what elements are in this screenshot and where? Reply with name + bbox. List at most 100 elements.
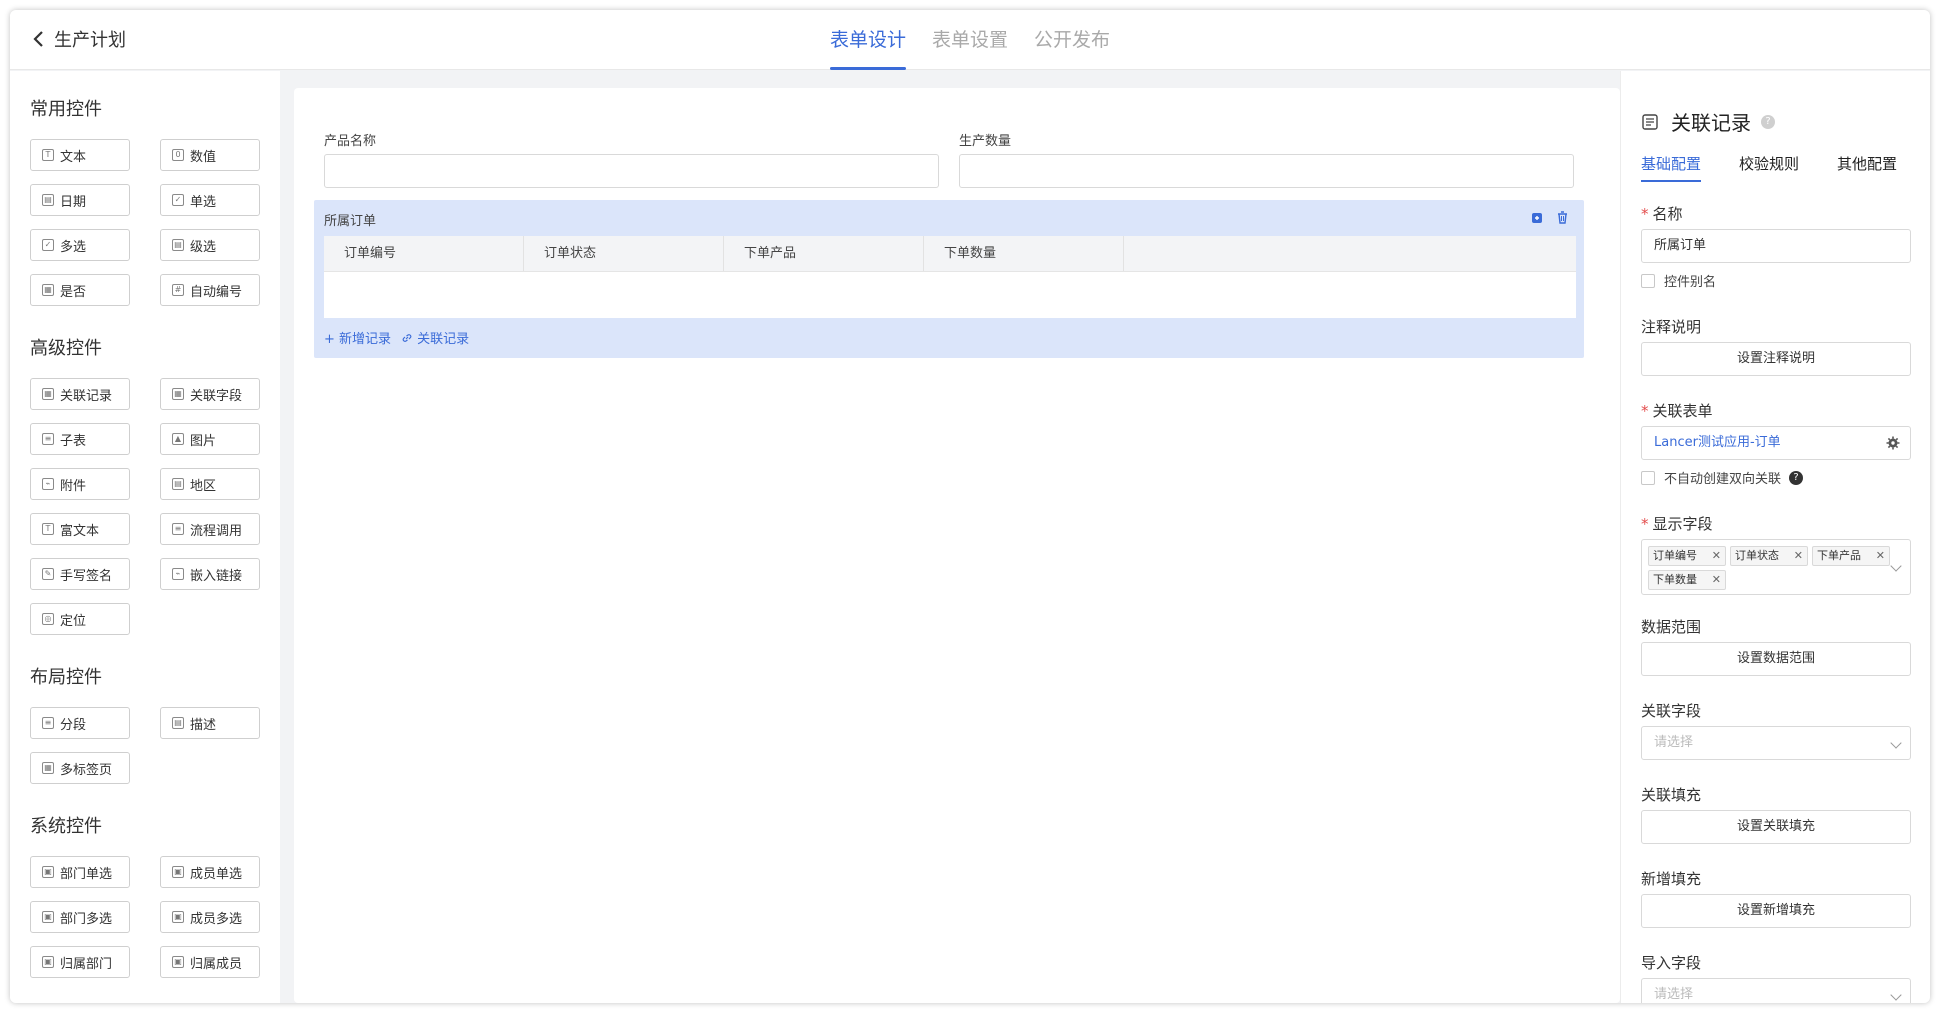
import-field-label: 导入字段 (1641, 954, 1702, 972)
field-product-name[interactable] (324, 154, 939, 188)
dept-icon: ▣ (42, 866, 54, 878)
subform-title: 所属订单 (324, 214, 377, 229)
control-section[interactable]: ≡ 分段 (30, 707, 130, 739)
column-order-status: 订单状态 (524, 236, 724, 271)
control-attachment[interactable]: ⌁ 附件 (30, 468, 130, 500)
tag-order-qty: 下单数量 ✕ (1648, 570, 1726, 590)
control-region[interactable]: ▤ 地区 (160, 468, 260, 500)
tab-publish[interactable]: 公开发布 (1034, 10, 1110, 70)
subform-table-header: 订单编号 订单状态 下单产品 下单数量 (324, 236, 1576, 272)
control-location[interactable]: ◎ 定位 (30, 603, 130, 635)
control-link-field[interactable]: ▦ 关联字段 (160, 378, 260, 410)
link-field-icon: ▦ (172, 388, 184, 400)
set-note-button[interactable]: 设置注释说明 (1641, 342, 1911, 376)
copy-icon[interactable] (1530, 210, 1545, 225)
import-field-select[interactable]: 请选择 (1641, 978, 1911, 1003)
control-autonumber[interactable]: # 自动编号 (160, 274, 260, 306)
display-fields-select[interactable]: 订单编号 ✕ 订单状态 ✕ 下单产品 ✕ 下单数量 ✕ (1641, 539, 1911, 595)
properties-panel: 关联记录 ? 基础配置 校验规则 其他配置 * 名称 所属订单 控件别名 注释说明… (1620, 71, 1930, 1003)
set-link-fill-button[interactable]: 设置关联填充 (1641, 810, 1911, 844)
control-yesno[interactable]: ▦ 是否 (30, 274, 130, 306)
control-date[interactable]: ▤ 日期 (30, 184, 130, 216)
display-fields-label: * 显示字段 (1641, 515, 1713, 533)
control-link-record[interactable]: ▦ 关联记录 (30, 378, 130, 410)
subform-orders[interactable]: 所属订单 订单编号 订单状态 下单产品 下单数量 + 新增记录 关联记录 (314, 200, 1584, 358)
image-icon: ▲ (172, 433, 184, 445)
delete-icon[interactable] (1555, 210, 1570, 225)
tab-other-config[interactable]: 其他配置 (1837, 153, 1897, 182)
region-icon: ▤ (172, 478, 184, 490)
bidirectional-checkbox[interactable] (1641, 470, 1655, 485)
alias-row[interactable]: 控件别名 (1641, 271, 1911, 290)
control-number[interactable]: 0 数值 (160, 139, 260, 171)
display-fields-section: * 显示字段 订单编号 ✕ 订单状态 ✕ 下单产品 ✕ 下单数量 ✕ (1641, 513, 1911, 595)
bidirectional-row[interactable]: 不自动创建双向关联 ? (1641, 468, 1911, 487)
data-range-section: 数据范围 设置数据范围 (1641, 616, 1911, 676)
subtable-icon: ≡ (42, 433, 54, 445)
form-icon (1642, 113, 1658, 130)
set-data-range-button[interactable]: 设置数据范围 (1641, 642, 1911, 676)
chevron-down-icon (1890, 737, 1902, 749)
group-title-common: 常用控件 (30, 99, 102, 120)
control-text[interactable]: T 文本 (30, 139, 130, 171)
name-input[interactable]: 所属订单 (1641, 229, 1911, 263)
set-new-fill-button[interactable]: 设置新增填充 (1641, 894, 1911, 928)
control-description[interactable]: ▤ 描述 (160, 707, 260, 739)
control-owner-member[interactable]: ▣ 归属成员 (160, 946, 260, 978)
related-form-label: * 关联表单 (1641, 402, 1713, 420)
cascade-icon: ▤ (172, 239, 184, 251)
control-image[interactable]: ▲ 图片 (160, 423, 260, 455)
control-dept-multi[interactable]: ▣ 部门多选 (30, 901, 130, 933)
group-title-system: 系统控件 (30, 816, 102, 837)
related-form-input[interactable]: Lancer测试应用-订单 (1641, 426, 1911, 460)
member-icon: ▣ (172, 911, 184, 923)
tab-basic-config[interactable]: 基础配置 (1641, 153, 1702, 182)
panel-title: 关联记录 ? (1641, 107, 1775, 136)
flow-icon: ≡ (172, 523, 184, 535)
link-record-button[interactable]: 关联记录 (401, 328, 469, 347)
tab-form-design[interactable]: 表单设计 (829, 10, 906, 70)
question-icon[interactable]: ? (1789, 470, 1804, 485)
member-icon: ▣ (172, 956, 184, 968)
tabs-icon: ▦ (42, 762, 54, 774)
attachment-icon: ⌁ (42, 478, 54, 490)
alias-checkbox[interactable] (1641, 273, 1655, 288)
close-icon[interactable]: ✕ (1876, 547, 1885, 565)
add-record-button[interactable]: + 新增记录 (324, 328, 391, 347)
control-richtext[interactable]: T 富文本 (30, 513, 130, 545)
close-icon[interactable]: ✕ (1712, 547, 1721, 565)
control-embed[interactable]: ⌁ 嵌入链接 (160, 558, 260, 590)
section-icon: ≡ (42, 717, 54, 729)
dept-icon: ▣ (42, 911, 54, 923)
yesno-icon: ▦ (42, 284, 54, 296)
control-dept-single[interactable]: ▣ 部门单选 (30, 856, 130, 888)
control-tabs[interactable]: ▦ 多标签页 (30, 752, 130, 784)
tab-form-settings[interactable]: 表单设置 (932, 10, 1008, 70)
link-field-select[interactable]: 请选择 (1641, 726, 1911, 760)
control-member-multi[interactable]: ▣ 成员多选 (160, 901, 260, 933)
control-owner-dept[interactable]: ▣ 归属部门 (30, 946, 130, 978)
field-quantity[interactable] (959, 154, 1574, 188)
autonumber-icon: # (172, 284, 184, 296)
tab-validation[interactable]: 校验规则 (1739, 153, 1799, 182)
control-subtable[interactable]: ≡ 子表 (30, 423, 130, 455)
embed-icon: ⌁ (172, 568, 184, 580)
control-flow[interactable]: ≡ 流程调用 (160, 513, 260, 545)
control-cascade[interactable]: ▤ 级选 (160, 229, 260, 261)
group-title-layout: 布局控件 (30, 667, 102, 688)
gear-icon[interactable] (1886, 436, 1900, 450)
top-header: 生产计划 表单设计 表单设置 公开发布 (10, 10, 1930, 70)
group-advanced: ▦ 关联记录 ▦ 关联字段 ≡ 子表 ▲ 图片 ⌁ 附件 ▤ 地区 T 富文本 ≡ 流程调用 ✎… (30, 378, 260, 635)
location-icon: ◎ (42, 613, 54, 625)
control-member-single[interactable]: ▣ 成员单选 (160, 856, 260, 888)
close-icon[interactable]: ✕ (1712, 571, 1721, 589)
group-system: ▣ 部门单选 ▣ 成员单选 ▣ 部门多选 ▣ 成员多选 ▣ 归属部门 ▣ 归属成员 (30, 856, 260, 978)
link-fill-label: 关联填充 (1641, 786, 1702, 804)
control-radio[interactable]: ✓ 单选 (160, 184, 260, 216)
help-icon[interactable]: ? (1761, 114, 1775, 129)
data-range-label: 数据范围 (1641, 618, 1702, 636)
chevron-down-icon (1890, 989, 1902, 1001)
control-checkbox[interactable]: ✓ 多选 (30, 229, 130, 261)
close-icon[interactable]: ✕ (1794, 547, 1803, 565)
control-signature[interactable]: ✎ 手写签名 (30, 558, 130, 590)
